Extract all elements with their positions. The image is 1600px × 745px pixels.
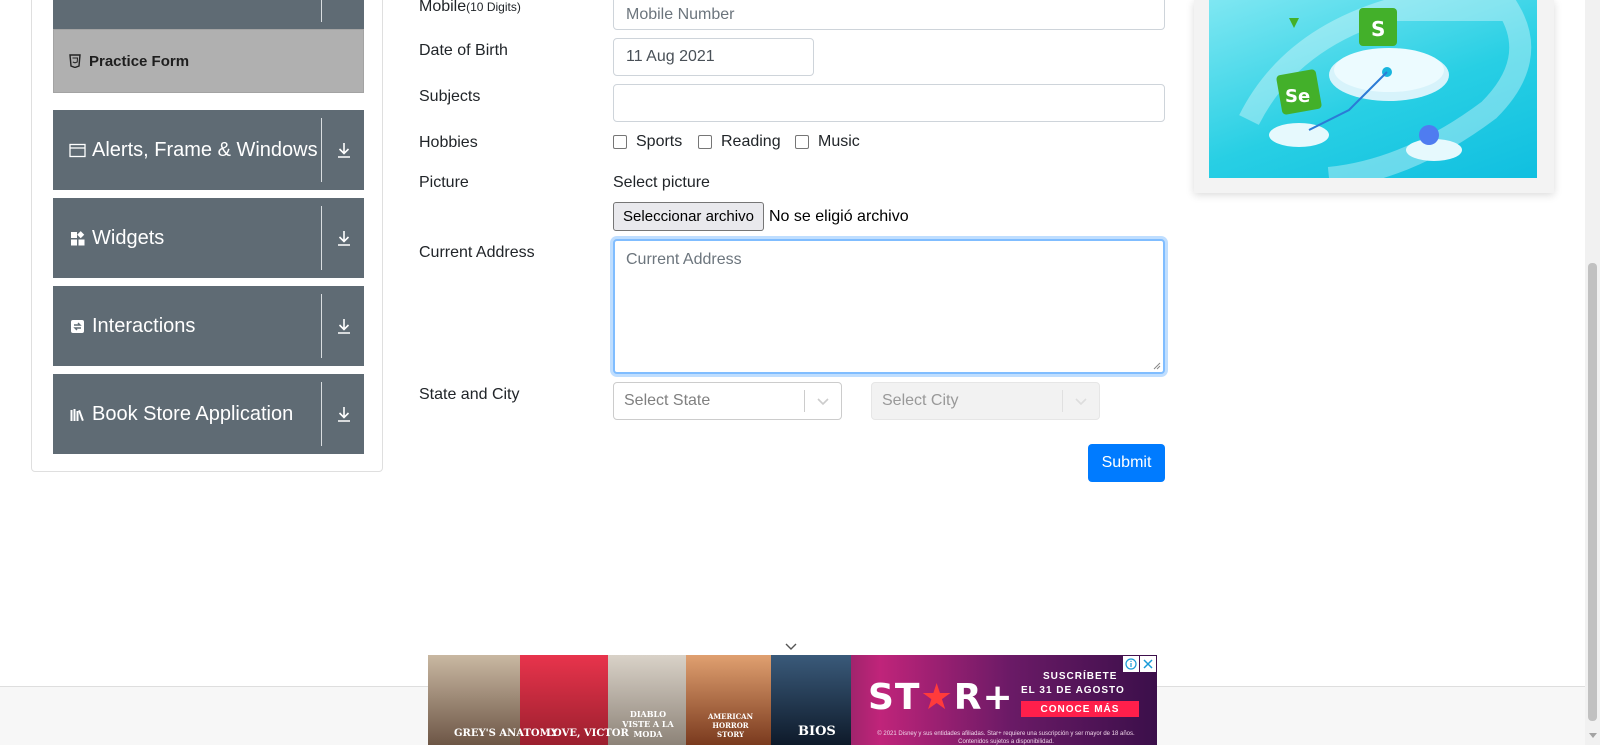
ad-title: AMERICAN HORROR STORY	[707, 712, 753, 739]
city-select[interactable]: Select City	[871, 382, 1100, 420]
mobile-label: Mobile(10 Digits)	[419, 0, 521, 16]
sidebar-group-alerts[interactable]: Alerts, Frame & Windows	[53, 110, 364, 190]
ad-line-1: SUSCRÍBETE	[1043, 671, 1118, 682]
download-icon[interactable]	[334, 228, 354, 248]
hobby-sports[interactable]: Sports	[613, 133, 682, 151]
resize-handle-icon[interactable]	[1153, 362, 1161, 370]
ad-title: LOVE, VICTOR	[546, 728, 629, 739]
ad-title: DIABLO VISTE A LA MODA	[622, 709, 674, 739]
star-icon: ★	[920, 677, 954, 718]
window-icon	[69, 143, 86, 157]
subjects-input[interactable]	[613, 84, 1165, 122]
ad-title: GREY'S ANATOMY	[454, 728, 558, 739]
choose-file-button[interactable]: Seleccionar archivo	[613, 202, 764, 231]
music-checkbox[interactable]	[795, 135, 809, 149]
current-address-textarea[interactable]: Current Address	[613, 239, 1165, 374]
widgets-icon	[71, 230, 85, 245]
group-divider	[321, 0, 322, 22]
ad-legal-text: © 2021 Disney y sus entidades afiliadas.…	[877, 731, 1135, 745]
state-placeholder: Select State	[624, 392, 711, 409]
ad-line-2: EL 31 DE AGOSTO	[1021, 685, 1125, 696]
download-icon[interactable]	[334, 140, 354, 160]
picture-caption: Select picture	[613, 174, 710, 191]
state-city-label: State and City	[419, 386, 520, 403]
chevron-down-icon[interactable]	[805, 396, 841, 406]
download-icon[interactable]	[334, 404, 354, 424]
state-select[interactable]: Select State	[613, 382, 842, 420]
scrollbar-thumb[interactable]	[1588, 263, 1597, 721]
group-divider	[321, 206, 322, 270]
brand-suffix: R+	[953, 677, 1014, 718]
sidebar-group-label: Widgets	[92, 226, 165, 249]
selenium-banner-image[interactable]: S Se	[1209, 0, 1537, 178]
books-icon	[70, 408, 84, 421]
ad-info-icon[interactable]	[1123, 656, 1139, 672]
sidebar-group-forms[interactable]	[53, 0, 364, 30]
reading-checkbox[interactable]	[698, 135, 712, 149]
picture-label: Picture	[419, 174, 469, 191]
group-divider	[321, 382, 322, 446]
current-address-label: Current Address	[419, 244, 535, 261]
date-of-birth-input[interactable]: 11 Aug 2021	[613, 38, 814, 76]
brand-prefix: ST	[868, 677, 921, 718]
sidebar-group-interactions[interactable]: Interactions	[53, 286, 364, 366]
dob-value: 11 Aug 2021	[626, 48, 715, 65]
hobby-music[interactable]: Music	[795, 133, 860, 151]
mobile-placeholder: Mobile Number	[626, 6, 735, 23]
hobby-reading[interactable]: Reading	[698, 133, 781, 151]
sports-checkbox[interactable]	[613, 135, 627, 149]
starplus-ad-banner[interactable]: GREY'S ANATOMY LOVE, VICTOR DIABLO VISTE…	[428, 655, 1157, 745]
group-divider	[321, 118, 322, 182]
interactions-icon	[71, 319, 84, 333]
ad-close-icon[interactable]	[1140, 656, 1156, 672]
selenium-illustration: S Se	[1239, 0, 1532, 178]
starplus-logo: ST★R+	[868, 677, 1014, 718]
hobbies-label: Hobbies	[419, 134, 478, 151]
sidebar-group-label: Book Store Application	[92, 402, 294, 425]
sidebar-group-label: Alerts, Frame & Windows	[92, 138, 318, 161]
file-status: No se eligió archivo	[769, 208, 909, 225]
collapse-ad-chevron-icon[interactable]	[783, 640, 799, 652]
mobile-label-text: Mobile	[419, 0, 467, 15]
download-icon[interactable]	[334, 316, 354, 336]
submit-button[interactable]: Submit	[1088, 444, 1165, 482]
hobby-label: Music	[818, 133, 860, 150]
ad-title: BIOS	[798, 724, 836, 739]
group-divider	[321, 294, 322, 358]
dob-label: Date of Birth	[419, 42, 508, 59]
sidebar-group-label: Interactions	[92, 314, 196, 337]
sidebar-group-widgets[interactable]: Widgets	[53, 198, 364, 278]
scroll-down-arrow-icon[interactable]	[1589, 733, 1597, 738]
ad-cta-button[interactable]: CONOCE MÁS	[1021, 701, 1139, 717]
hobby-label: Sports	[636, 133, 683, 150]
mobile-number-input[interactable]: Mobile Number	[613, 0, 1165, 30]
sidebar-item-label: Practice Form	[89, 52, 190, 70]
sidebar-group-bookstore[interactable]: Book Store Application	[53, 374, 364, 454]
mobile-hint: (10 Digits)	[466, 0, 521, 14]
chevron-down-icon	[1063, 396, 1099, 406]
city-placeholder: Select City	[882, 392, 959, 409]
svg-text:S: S	[1371, 17, 1385, 41]
svg-text:Se: Se	[1285, 86, 1310, 107]
subjects-label: Subjects	[419, 88, 481, 105]
html5-icon	[69, 54, 81, 68]
hobby-label: Reading	[721, 133, 781, 150]
address-placeholder: Current Address	[626, 251, 742, 268]
sidebar-item-practice-form[interactable]: Practice Form	[53, 29, 364, 93]
